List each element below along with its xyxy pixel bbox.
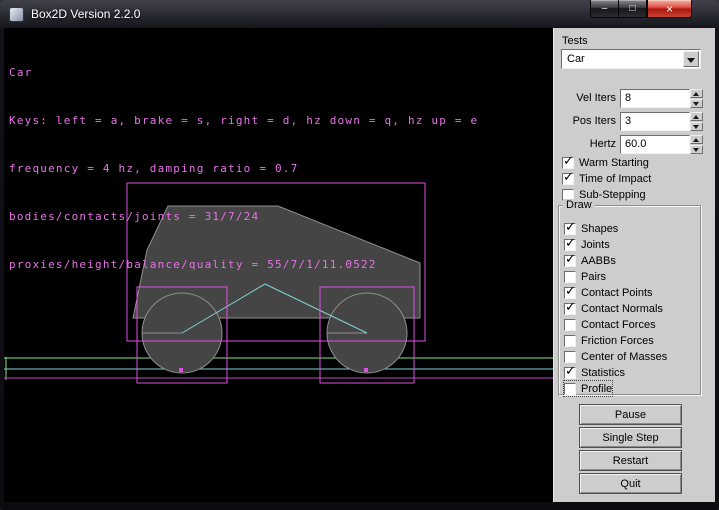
vel-iters-label: Vel Iters (554, 92, 616, 104)
checkbox-label: Shapes (581, 223, 618, 235)
keys-help: Keys: left = a, brake = s, right = d, hz… (9, 113, 478, 129)
hertz-label: Hertz (554, 138, 616, 150)
checkbox-shapes[interactable]: Shapes (564, 221, 618, 236)
checkbox-box (564, 351, 576, 363)
close-icon: × (666, 2, 673, 16)
checkbox-box (564, 287, 576, 299)
checkbox-contact-points[interactable]: Contact Points (564, 285, 653, 300)
vel-iters-down-icon[interactable] (690, 99, 703, 108)
pause-button-label: Pause (615, 409, 646, 421)
hertz-up-icon[interactable] (690, 135, 703, 144)
checkbox-joints[interactable]: Joints (564, 237, 610, 252)
hertz-input[interactable]: 60.0 (620, 135, 690, 154)
bodies-stats: bodies/contacts/joints = 31/7/24 (9, 209, 478, 225)
title-bar[interactable]: Box2D Version 2.2.0 – □ × (0, 0, 719, 28)
checkbox-time-of-impact[interactable]: Time of Impact (562, 171, 651, 186)
checkbox-label: Contact Points (581, 287, 653, 299)
pos-iters-down-icon[interactable] (690, 122, 703, 131)
checkbox-label: Center of Masses (581, 351, 667, 363)
tests-dropdown[interactable]: Car (561, 49, 701, 69)
hertz-down-icon[interactable] (690, 145, 703, 154)
checkbox-statistics[interactable]: Statistics (564, 365, 625, 380)
proxies-stats: proxies/height/balance/quality = 55/7/1/… (9, 257, 478, 273)
statistics-text: Car Keys: left = a, brake = s, right = d… (9, 33, 478, 305)
vel-iters-spinner: Vel Iters 8 (554, 89, 706, 108)
checkbox-box (562, 157, 574, 169)
checkbox-label: Contact Forces (581, 319, 656, 331)
checkbox-box (564, 367, 576, 379)
pos-iters-input[interactable]: 3 (620, 112, 690, 131)
draw-group-title: Draw (563, 199, 595, 211)
restart-button-label: Restart (613, 455, 648, 467)
window-content: Car Keys: left = a, brake = s, right = d… (4, 28, 715, 502)
simulation-canvas[interactable]: Car Keys: left = a, brake = s, right = d… (4, 28, 553, 502)
checkbox-label: Time of Impact (579, 173, 651, 185)
window-controls: – □ × (590, 0, 692, 18)
checkbox-box (564, 239, 576, 251)
checkbox-contact-forces[interactable]: Contact Forces (564, 317, 656, 332)
vel-iters-up-icon[interactable] (690, 89, 703, 98)
frequency-info: frequency = 4 hz, damping ratio = 0.7 (9, 161, 478, 177)
checkbox-box (564, 303, 576, 315)
close-button[interactable]: × (647, 0, 692, 18)
maximize-button[interactable]: □ (619, 0, 647, 18)
pos-iters-spinner: Pos Iters 3 (554, 112, 706, 131)
vel-iters-input[interactable]: 8 (620, 89, 690, 108)
app-icon (9, 7, 24, 22)
checkbox-box (564, 319, 576, 331)
checkbox-label: Friction Forces (581, 335, 654, 347)
minimize-icon: – (602, 3, 608, 14)
hertz-spinner: Hertz 60.0 (554, 135, 706, 154)
checkbox-label: Statistics (581, 367, 625, 379)
minimize-button[interactable]: – (590, 0, 619, 18)
checkbox-box (564, 383, 576, 395)
contact-point (364, 368, 368, 372)
app-window: Box2D Version 2.2.0 – □ × (0, 0, 719, 510)
pause-button[interactable]: Pause (579, 404, 682, 425)
checkbox-friction-forces[interactable]: Friction Forces (564, 333, 654, 348)
contact-point (179, 368, 183, 372)
pos-iters-up-icon[interactable] (690, 112, 703, 121)
checkbox-box (564, 255, 576, 267)
tests-selected-value: Car (567, 53, 585, 65)
checkbox-label: Warm Starting (579, 157, 649, 169)
quit-button[interactable]: Quit (579, 473, 682, 494)
window-title: Box2D Version 2.2.0 (31, 7, 140, 21)
checkbox-label: Profile (581, 383, 612, 395)
checkbox-warm-starting[interactable]: Warm Starting (562, 155, 649, 170)
checkbox-label: Pairs (581, 271, 606, 283)
single-step-button-label: Single Step (602, 432, 658, 444)
checkbox-label: Joints (581, 239, 610, 251)
checkbox-label: Contact Normals (581, 303, 663, 315)
checkbox-center-of-masses[interactable]: Center of Masses (564, 349, 667, 364)
pos-iters-label: Pos Iters (554, 115, 616, 127)
checkbox-box (564, 271, 576, 283)
single-step-button[interactable]: Single Step (579, 427, 682, 448)
quit-button-label: Quit (620, 478, 640, 490)
chevron-down-icon (687, 58, 695, 67)
checkbox-aabbs[interactable]: AABBs (564, 253, 616, 268)
control-panel: Tests Car Vel Iters 8 Pos Iters 3 (553, 28, 715, 502)
checkbox-profile[interactable]: Profile (564, 381, 612, 396)
checkbox-box (562, 173, 574, 185)
checkbox-box (564, 335, 576, 347)
restart-button[interactable]: Restart (579, 450, 682, 471)
maximize-icon: □ (629, 3, 635, 14)
checkbox-box (564, 223, 576, 235)
checkbox-pairs[interactable]: Pairs (564, 269, 606, 284)
tests-dropdown-button[interactable] (683, 51, 699, 67)
tests-label: Tests (562, 35, 588, 47)
test-title: Car (9, 65, 478, 81)
checkbox-contact-normals[interactable]: Contact Normals (564, 301, 663, 316)
checkbox-label: AABBs (581, 255, 616, 267)
